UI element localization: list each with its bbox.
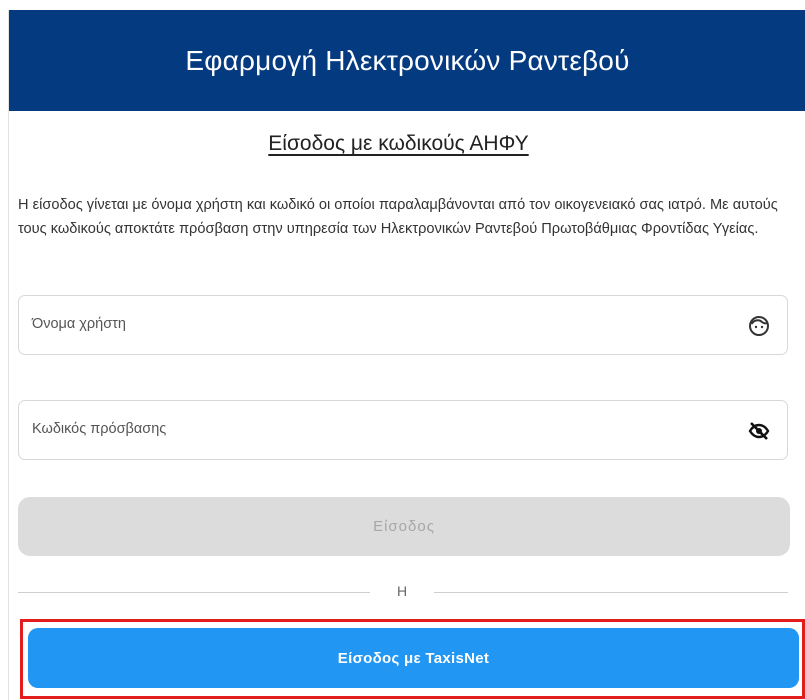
login-button[interactable]: Είσοδος [18, 497, 790, 556]
login-description: Η είσοδος γίνεται με όνομα χρήστη και κω… [18, 197, 778, 237]
password-field[interactable]: Κωδικός πρόσβασης [18, 400, 788, 460]
app-header: Εφαρμογή Ηλεκτρονικών Ραντεβού [9, 10, 805, 111]
divider-text: Η [396, 583, 408, 599]
visibility-off-icon[interactable] [748, 420, 770, 442]
username-placeholder: Όνομα χρήστη [32, 316, 126, 332]
divider-line-left [18, 592, 370, 593]
login-subtitle[interactable]: Είσοδος με κωδικούς ΑΗΦΥ [0, 132, 797, 156]
or-divider: Η [18, 583, 788, 599]
app-title: Εφαρμογή Ηλεκτρονικών Ραντεβού [185, 44, 630, 76]
password-placeholder: Κωδικός πρόσβασης [32, 421, 167, 437]
face-icon [748, 315, 770, 337]
divider-line-right [434, 592, 788, 593]
username-field[interactable]: Όνομα χρήστη [18, 295, 788, 355]
taxisnet-login-button[interactable]: Είσοδος με TaxisNet [28, 628, 799, 688]
